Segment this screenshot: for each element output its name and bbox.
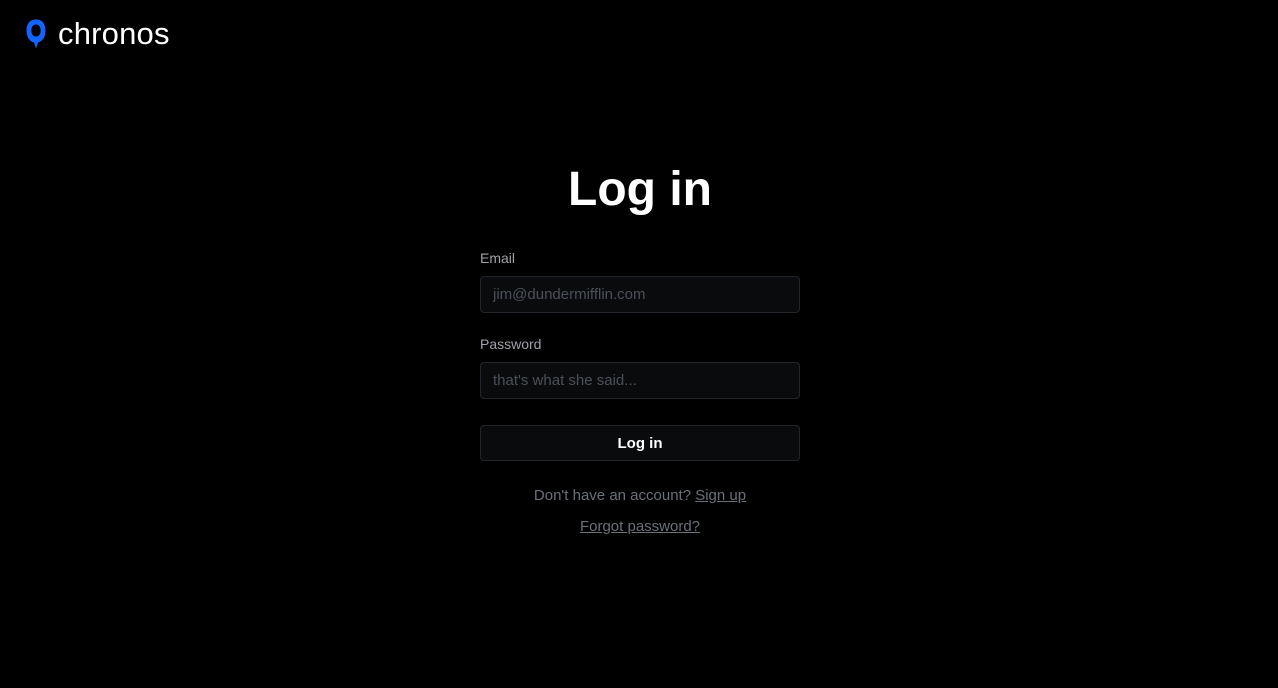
password-label: Password: [480, 336, 542, 352]
brand[interactable]: chronos: [24, 17, 170, 51]
login-button[interactable]: Log in: [480, 425, 800, 461]
login-form: Log in Email Password Log in Don't have …: [480, 158, 800, 536]
password-field[interactable]: [480, 362, 800, 399]
signup-row: Don't have an account? Sign up: [480, 487, 800, 505]
signup-link[interactable]: Sign up: [695, 487, 746, 504]
signup-prompt: Don't have an account?: [533, 487, 696, 504]
email-field[interactable]: [480, 276, 800, 313]
forgot-password-link[interactable]: Forgot password?: [580, 518, 700, 535]
login-page: chronos Log in Email Password Log in Don…: [0, 0, 1278, 688]
email-label: Email: [480, 250, 516, 266]
chronos-logo-icon: [26, 19, 46, 49]
page-title: Log in: [568, 163, 712, 216]
forgot-row: Forgot password?: [480, 518, 800, 536]
brand-name: chronos: [58, 16, 170, 51]
